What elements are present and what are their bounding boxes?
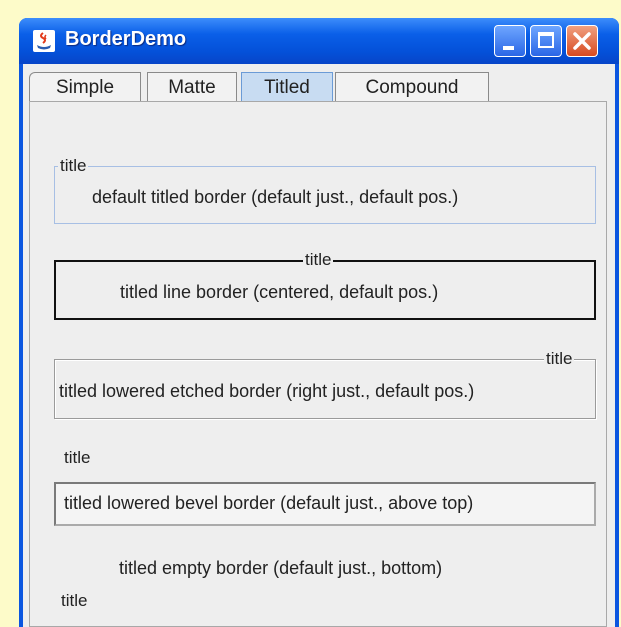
border-title: title — [544, 349, 575, 368]
maximize-button[interactable] — [530, 25, 562, 57]
close-icon — [573, 32, 591, 50]
border-title: title — [59, 591, 90, 610]
border-text: titled lowered bevel border (default jus… — [64, 493, 474, 513]
border-title: title — [58, 156, 89, 175]
border-text: titled lowered etched border (right just… — [59, 381, 475, 401]
close-button[interactable] — [566, 25, 598, 57]
tab-matte[interactable]: Matte — [147, 72, 237, 102]
window-title: BorderDemo — [65, 28, 187, 50]
title-bar[interactable]: BorderDemo — [19, 18, 619, 64]
border-text: titled empty border (default just., bott… — [119, 558, 443, 578]
tab-titled[interactable]: Titled — [241, 72, 333, 102]
window-content: Simple Matte Titled Compound title defau… — [23, 64, 615, 627]
minimize-icon — [503, 46, 514, 50]
java-app-icon[interactable] — [33, 30, 55, 52]
minimize-button[interactable] — [494, 25, 526, 57]
app-window: BorderDemo Simple Matte Titled Compound … — [19, 18, 619, 627]
border-text: titled line border (centered, default po… — [120, 282, 439, 302]
tab-compound[interactable]: Compound — [335, 72, 489, 102]
border-text: default titled border (default just., de… — [92, 187, 459, 207]
maximize-icon — [538, 32, 554, 48]
tab-panel: title default titled border (default jus… — [29, 101, 607, 627]
border-title: title — [62, 448, 93, 467]
border-title: title — [303, 250, 334, 269]
tab-simple[interactable]: Simple — [29, 72, 141, 102]
